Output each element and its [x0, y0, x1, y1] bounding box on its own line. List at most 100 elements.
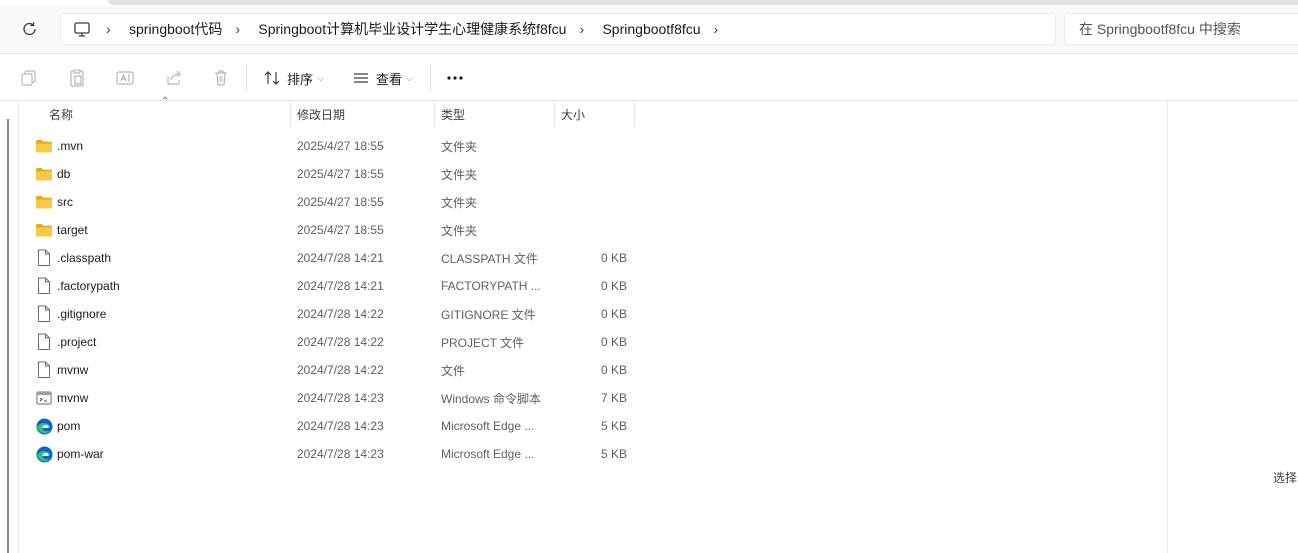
- file-row[interactable]: .project 2024/7/28 14:22 PROJECT 文件 0 KB: [28, 328, 638, 356]
- chevron-right-icon[interactable]: ›: [106, 21, 120, 37]
- paste-icon[interactable]: [66, 67, 88, 89]
- share-icon[interactable]: [162, 67, 184, 89]
- file-type: CLASSPATH 文件: [441, 251, 538, 266]
- search-input[interactable]: 在 Springbootf8fcu 中搜索: [1064, 13, 1298, 45]
- file-name-cell[interactable]: db: [34, 160, 284, 188]
- chevron-right-icon[interactable]: ›: [579, 21, 593, 37]
- file-row[interactable]: src 2025/4/27 18:55 文件夹: [28, 188, 638, 216]
- file-type: PROJECT 文件: [441, 335, 525, 350]
- file-row[interactable]: .factorypath 2024/7/28 14:21 FACTORYPATH .…: [28, 272, 638, 300]
- file-size: [568, 160, 627, 188]
- sort-icon: [264, 71, 280, 85]
- file-row[interactable]: mvnw 2024/7/28 14:23 Windows 命令脚本 7 KB: [28, 384, 638, 412]
- file-type: 文件夹: [441, 223, 478, 238]
- breadcrumb-item[interactable]: springboot代码: [129, 19, 222, 39]
- more-options-icon[interactable]: [444, 67, 466, 89]
- chevron-right-icon[interactable]: ›: [235, 21, 249, 37]
- file-date: 2024/7/28 14:22: [297, 335, 384, 349]
- rename-icon[interactable]: [114, 67, 136, 89]
- file-type: FACTORYPATH ...: [441, 279, 541, 293]
- file-icon: [34, 332, 54, 352]
- column-header-type[interactable]: 类型: [435, 101, 555, 127]
- file-row[interactable]: .mvn 2025/4/27 18:55 文件夹: [28, 132, 638, 160]
- file-name: .classpath: [57, 251, 112, 265]
- breadcrumb-item[interactable]: Springboot计算机毕业设计学生心理健康系统f8fcu: [258, 19, 566, 39]
- file-size: [568, 132, 627, 160]
- file-type: 文件夹: [441, 139, 478, 154]
- column-header-date[interactable]: 修改日期: [291, 101, 435, 127]
- file-date: 2024/7/28 14:21: [297, 279, 384, 293]
- file-size: 5 KB: [600, 419, 627, 433]
- copy-icon[interactable]: [18, 67, 40, 89]
- file-name-cell[interactable]: .factorypath: [34, 272, 284, 300]
- file-name-cell[interactable]: pom: [34, 412, 284, 440]
- column-header-name[interactable]: 名称: [43, 101, 291, 127]
- file-name-cell[interactable]: target: [34, 216, 284, 244]
- file-name-cell[interactable]: pom-war: [34, 440, 284, 468]
- delete-icon[interactable]: [210, 67, 232, 89]
- folder-icon: [34, 220, 54, 240]
- preview-pane-divider[interactable]: [1167, 101, 1168, 553]
- file-name: target: [57, 223, 88, 237]
- file-name-cell[interactable]: .mvn: [34, 132, 284, 160]
- file-date: 2025/4/27 18:55: [297, 167, 384, 181]
- file-date: 2024/7/28 14:22: [297, 363, 384, 377]
- file-name-cell[interactable]: src: [34, 188, 284, 216]
- sort-label: 排序: [287, 71, 314, 87]
- address-bar-row: › springboot代码 › Springboot计算机毕业设计学生心理健康…: [0, 5, 1298, 53]
- file-row[interactable]: db 2025/4/27 18:55 文件夹: [28, 160, 638, 188]
- view-label: 查看: [376, 71, 403, 87]
- folder-icon: [34, 192, 54, 212]
- file-size: [568, 188, 627, 216]
- chevron-down-icon: ⌵: [406, 72, 413, 83]
- file-row[interactable]: pom 2024/7/28 14:23 Microsoft Edge ... 5 KB: [28, 412, 638, 440]
- file-icon: [34, 360, 54, 380]
- file-row[interactable]: .gitignore 2024/7/28 14:22 GITIGNORE 文件 0 K…: [28, 300, 638, 328]
- file-size: 5 KB: [600, 447, 627, 461]
- file-size: 7 KB: [600, 391, 627, 405]
- sort-button[interactable]: 排序 ⌵: [263, 66, 324, 90]
- preview-pane-text: 选择: [1273, 471, 1298, 485]
- file-name-cell[interactable]: .project: [34, 328, 284, 356]
- file-name: .mvn: [57, 139, 84, 153]
- breadcrumb[interactable]: › springboot代码 › Springboot计算机毕业设计学生心理健康…: [60, 13, 1056, 45]
- file-row[interactable]: mvnw 2024/7/28 14:22 文件 0 KB: [28, 356, 638, 384]
- file-row[interactable]: pom-war 2024/7/28 14:23 Microsoft Edge ...…: [28, 440, 638, 468]
- file-name-cell[interactable]: mvnw: [34, 384, 284, 412]
- toolbar-divider: [430, 64, 431, 92]
- file-type: GITIGNORE 文件: [441, 307, 536, 322]
- file-name: mvnw: [57, 391, 89, 405]
- folder-icon: [34, 136, 54, 156]
- file-row[interactable]: .classpath 2024/7/28 14:21 CLASSPATH 文件 0 K…: [28, 244, 638, 272]
- file-name: .factorypath: [57, 279, 120, 293]
- file-date: 2025/4/27 18:55: [297, 223, 384, 237]
- this-pc-icon[interactable]: [71, 18, 93, 40]
- file-size: 0 KB: [600, 279, 627, 293]
- file-size: [568, 216, 627, 244]
- file-icon: [34, 248, 54, 268]
- file-name: src: [57, 195, 73, 209]
- refresh-icon[interactable]: [18, 18, 42, 40]
- toolbar-divider: [246, 64, 247, 92]
- view-button[interactable]: 查看 ⌵: [352, 66, 413, 90]
- navigation-pane-edge[interactable]: [7, 119, 9, 553]
- file-size: 0 KB: [600, 251, 627, 265]
- pane-divider: [18, 101, 19, 553]
- file-size: 0 KB: [600, 307, 627, 321]
- file-name-cell[interactable]: .classpath: [34, 244, 284, 272]
- file-date: 2024/7/28 14:23: [297, 391, 384, 405]
- chevron-down-icon: ⌵: [317, 72, 324, 83]
- file-row[interactable]: target 2025/4/27 18:55 文件夹: [28, 216, 638, 244]
- file-name: .project: [57, 335, 97, 349]
- column-header-size[interactable]: 大小: [555, 101, 635, 127]
- file-date: 2024/7/28 14:22: [297, 307, 384, 321]
- file-type: Microsoft Edge ...: [441, 447, 535, 461]
- file-date: 2025/4/27 18:55: [297, 139, 384, 153]
- file-name-cell[interactable]: .gitignore: [34, 300, 284, 328]
- chevron-right-icon[interactable]: ›: [714, 21, 728, 37]
- file-name: mvnw: [57, 363, 89, 377]
- file-type: Microsoft Edge ...: [441, 419, 535, 433]
- file-type: 文件夹: [441, 195, 478, 210]
- file-name-cell[interactable]: mvnw: [34, 356, 284, 384]
- breadcrumb-item[interactable]: Springbootf8fcu: [602, 21, 700, 37]
